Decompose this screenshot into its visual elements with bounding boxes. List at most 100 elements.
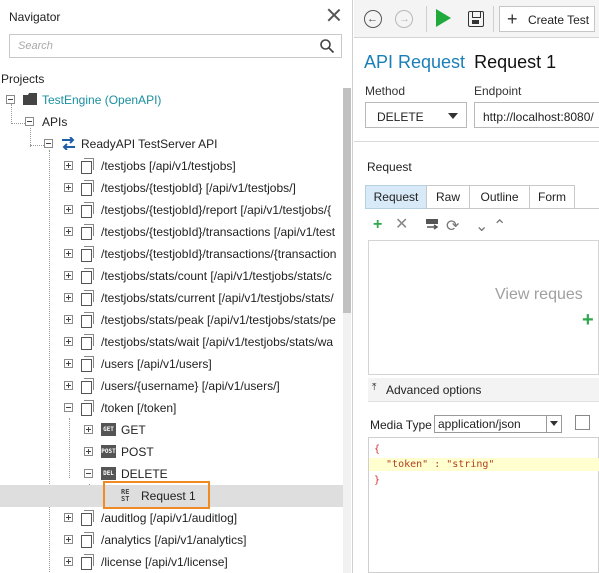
tree-row-project[interactable]: TestEngine (OpenAPI) xyxy=(0,89,352,111)
method-select[interactable]: DELETE xyxy=(365,102,467,128)
tab-raw[interactable]: Raw xyxy=(426,185,470,209)
expand-icon[interactable] xyxy=(64,271,73,280)
plus-icon: + xyxy=(507,9,518,29)
tree-row-api[interactable]: ReadyAPI TestServer API xyxy=(0,133,352,155)
toolbar-separator xyxy=(493,6,494,32)
tree-row-resource[interactable]: /testjobs/{testjobId}/transactions/{tran… xyxy=(0,243,352,265)
expand-icon[interactable] xyxy=(64,535,73,544)
method-label: POST xyxy=(121,445,154,459)
tree-row-resource[interactable]: /testjobs/{testjobId}/report [/api/v1/te… xyxy=(0,199,352,221)
resource-icon xyxy=(81,158,94,174)
scrollbar-thumb[interactable] xyxy=(343,88,351,313)
tree-row-resource[interactable]: /testjobs/stats/peak [/api/v1/testjobs/s… xyxy=(0,309,352,331)
remove-param-icon[interactable]: ✕ xyxy=(395,217,408,233)
collapse-icon[interactable] xyxy=(64,403,73,412)
expand-icon[interactable] xyxy=(64,227,73,236)
editor-toolbar: ← → + Create Test xyxy=(354,0,599,38)
resource-label: /users/{username} [/api/v1/users/] xyxy=(101,379,280,393)
resource-label: /analytics [/api/v1/analytics] xyxy=(101,533,247,547)
collapse-icon[interactable] xyxy=(25,117,34,126)
add-icon[interactable]: + xyxy=(582,310,594,330)
search-input[interactable] xyxy=(10,35,310,57)
create-test-button[interactable]: + Create Test xyxy=(499,6,595,32)
resource-icon xyxy=(81,334,94,350)
endpoint-input[interactable]: http://localhost:8080/ xyxy=(474,102,599,128)
run-button[interactable] xyxy=(436,9,451,27)
tab-request[interactable]: Request xyxy=(365,185,427,209)
navigator-title: Navigator xyxy=(9,10,61,24)
request-editor-panel: ← → + Create Test API Request Request 1 … xyxy=(354,0,599,573)
expand-icon[interactable] xyxy=(64,557,73,566)
search-icon[interactable] xyxy=(319,38,335,54)
tree-row-resource[interactable]: /analytics [/api/v1/analytics] xyxy=(0,529,352,551)
expand-icon[interactable] xyxy=(64,513,73,522)
resource-label: /testjobs/{testjobId}/report [/api/v1/te… xyxy=(101,203,332,217)
request-kind: API Request xyxy=(364,52,466,72)
body-editor[interactable]: { "token" : "string" } xyxy=(368,437,599,573)
tree-row-resource[interactable]: /testjobs/stats/count [/api/v1/testjobs/… xyxy=(0,265,352,287)
chevron-down-icon xyxy=(546,416,561,432)
resource-label: /token [/token] xyxy=(101,401,177,415)
tree-row-resource[interactable]: /users [/api/v1/users] xyxy=(0,353,352,375)
expand-icon[interactable] xyxy=(64,315,73,324)
search-box xyxy=(9,34,342,58)
expand-icon[interactable] xyxy=(64,359,73,368)
endpoint-label: Endpoint xyxy=(474,84,522,98)
tree-row-resource[interactable]: /testjobs/{testjobId}/transactions [/api… xyxy=(0,221,352,243)
resource-icon xyxy=(81,356,94,372)
move-up-icon[interactable]: ⌃ xyxy=(493,219,506,235)
tree-row-resource[interactable]: /testjobs/{testjobId} [/api/v1/testjobs/… xyxy=(0,177,352,199)
expand-icon[interactable] xyxy=(64,249,73,258)
resource-icon xyxy=(81,312,94,328)
method-label: DELETE xyxy=(121,467,168,481)
resource-icon xyxy=(81,510,94,526)
expand-icon[interactable] xyxy=(64,161,73,170)
format-icon[interactable] xyxy=(575,415,590,430)
tab-outline[interactable]: Outline xyxy=(469,185,530,209)
close-icon[interactable] xyxy=(327,8,341,22)
tree-row-resource[interactable]: /testjobs [/api/v1/testjobs] xyxy=(0,155,352,177)
arrow-left-icon: ← xyxy=(367,13,378,25)
expand-icon[interactable] xyxy=(64,183,73,192)
project-name: TestEngine (OpenAPI) xyxy=(42,93,162,107)
save-icon[interactable] xyxy=(468,11,484,27)
url-icon[interactable] xyxy=(425,218,439,232)
arrow-right-icon: → xyxy=(399,13,410,25)
tree-row-resource[interactable]: /testjobs/stats/current [/api/v1/testjob… xyxy=(0,287,352,309)
projects-label: Projects xyxy=(1,72,45,86)
add-param-icon[interactable]: + xyxy=(373,217,382,233)
forward-button[interactable]: → xyxy=(395,10,413,28)
expand-icon[interactable] xyxy=(84,447,93,456)
tree-row-method-post[interactable]: POST POST xyxy=(0,441,352,463)
collapse-icon[interactable] xyxy=(84,469,93,478)
resource-label: /testjobs/stats/wait [/api/v1/testjobs/s… xyxy=(101,335,334,349)
expand-icon[interactable] xyxy=(64,205,73,214)
resource-label: /users [/api/v1/users] xyxy=(101,357,212,371)
tree-row-resource[interactable]: /auditlog [/api/v1/auditlog] xyxy=(0,507,352,529)
move-down-icon[interactable]: ⌄ xyxy=(475,219,488,235)
tab-form[interactable]: Form xyxy=(529,185,575,209)
tree-row-resource-token[interactable]: /token [/token] xyxy=(0,397,352,419)
collapse-icon[interactable] xyxy=(6,95,15,104)
collapse-icon[interactable] xyxy=(44,139,53,148)
back-button[interactable]: ← xyxy=(364,10,382,28)
request-toolbar: + ✕ ⟳ ⌄ ⌃ xyxy=(365,212,599,238)
tree-row-resource[interactable]: /testjobs/stats/wait [/api/v1/testjobs/s… xyxy=(0,331,352,353)
resource-label: /testjobs/{testjobId} [/api/v1/testjobs/… xyxy=(101,181,296,195)
media-type-select[interactable]: application/json xyxy=(434,415,562,433)
create-test-label: Create Test xyxy=(528,13,590,27)
expand-icon[interactable] xyxy=(64,337,73,346)
advanced-options-toggle[interactable]: ⤒ Advanced options xyxy=(368,378,599,402)
tree-scrollbar[interactable] xyxy=(343,88,351,573)
tree-row-resource[interactable]: /license [/api/v1/license] xyxy=(0,551,352,573)
tree-row-apis[interactable]: APIs xyxy=(0,111,352,133)
api-icon xyxy=(62,137,75,150)
parameters-area xyxy=(368,240,599,375)
expand-icon[interactable] xyxy=(64,381,73,390)
resource-label: /testjobs/{testjobId}/transactions [/api… xyxy=(101,225,336,239)
tree-row-resource[interactable]: /users/{username} [/api/v1/users/] xyxy=(0,375,352,397)
expand-icon[interactable] xyxy=(64,293,73,302)
expand-icon[interactable] xyxy=(84,425,93,434)
tree-row-method-get[interactable]: GET GET xyxy=(0,419,352,441)
refresh-icon[interactable]: ⟳ xyxy=(446,219,459,235)
